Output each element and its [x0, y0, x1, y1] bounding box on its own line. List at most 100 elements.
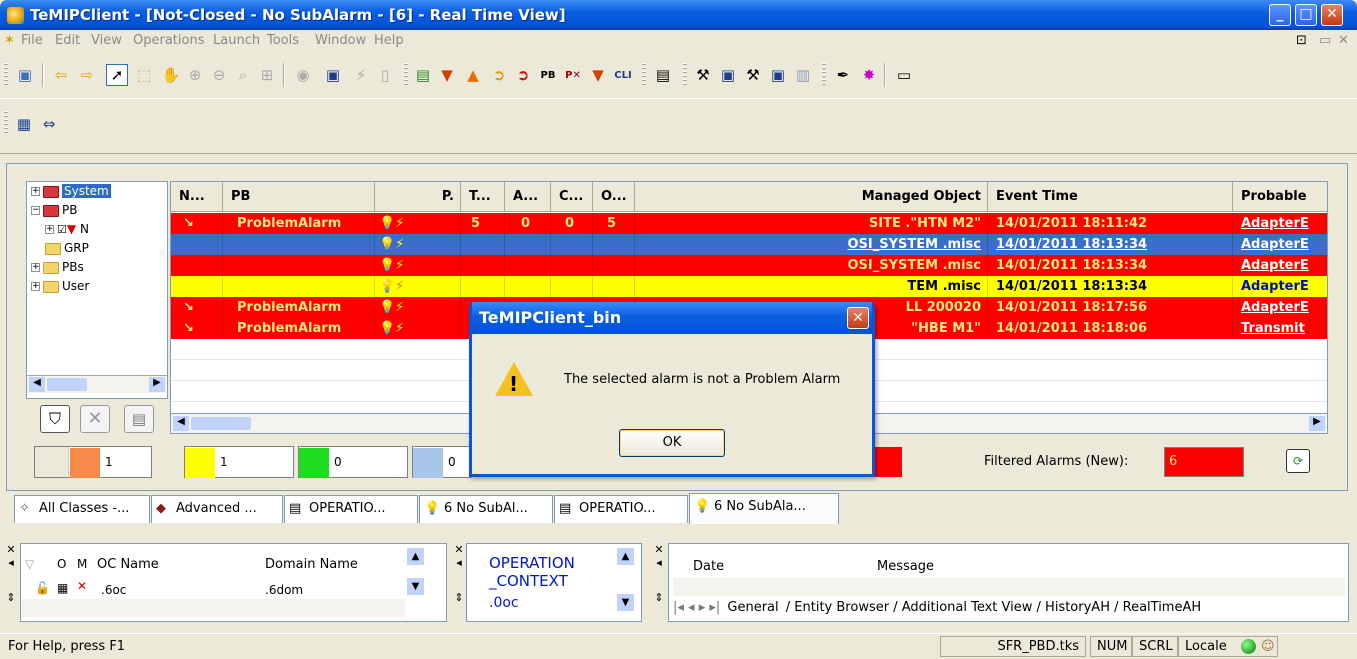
tree-item-n[interactable]: + ☑▼ N [45, 222, 89, 239]
tab-general[interactable]: General [724, 600, 782, 615]
toolbar-grip[interactable] [642, 63, 646, 87]
tool-hammer-icon[interactable]: ⚒ [692, 64, 714, 86]
menu-view[interactable]: View [91, 33, 122, 48]
globe-icon[interactable]: ◉ [292, 64, 314, 86]
tree-item-grp[interactable]: GRP [45, 241, 89, 258]
pb-icon[interactable]: PB [537, 64, 559, 86]
bomb-icon[interactable]: ✸ [858, 64, 880, 86]
delete-filter-button[interactable]: ✕ [80, 405, 110, 433]
column-header-p[interactable]: P. [375, 182, 461, 212]
swap-icon[interactable]: ⇔ [38, 113, 60, 135]
acknowledge-icon[interactable]: ➲ [488, 64, 510, 86]
column-header-event-time[interactable]: Event Time [988, 182, 1233, 212]
column-header-t[interactable]: T... [461, 182, 505, 212]
add-filter-button[interactable]: ⛉ [40, 405, 70, 433]
column-header-pb[interactable]: PB [223, 182, 375, 212]
tool-hammer-2-icon[interactable]: ⚒ [742, 64, 764, 86]
no-pb-icon[interactable]: P✕ [562, 64, 584, 86]
tree-scrollbar[interactable]: ◀ ▶ [27, 375, 167, 393]
hscroll[interactable] [21, 599, 405, 617]
pane-handle[interactable]: ✕ ◂ ⇕ [652, 543, 666, 622]
column-header-probable[interactable]: Probable [1233, 182, 1327, 212]
menu-help[interactable]: Help [374, 33, 404, 48]
refresh-icon[interactable]: ⟳ [1286, 449, 1310, 473]
document-icon[interactable]: ▭ [893, 64, 915, 86]
zoom-area-icon[interactable]: ⌕ [232, 64, 254, 86]
fit-icon[interactable]: ⊞ [256, 64, 278, 86]
panel-icon[interactable]: ▣ [717, 64, 739, 86]
toolbar-grip[interactable] [4, 111, 8, 135]
select-rect-icon[interactable]: ⬚ [133, 64, 155, 86]
zoom-in-icon[interactable]: ⊕ [184, 64, 206, 86]
close-button[interactable]: ✕ [1321, 4, 1343, 26]
scroll-left-icon[interactable]: ◀ [173, 416, 189, 431]
ok-button[interactable]: OK [619, 429, 725, 457]
column-header-n[interactable]: N... [171, 182, 223, 212]
scroll-up-icon[interactable]: ▲ [407, 548, 424, 565]
lightning-icon[interactable]: ⚡ [350, 64, 372, 86]
map-icon[interactable]: ▤ [412, 64, 434, 86]
tree-item-user[interactable]: + User [31, 279, 89, 296]
table-row[interactable]: 💡⚡ OSI_SYSTEM .misc 14/01/2011 18:13:34 … [171, 234, 1327, 255]
tab-operation-1[interactable]: ▤ OPERATIO... [284, 495, 418, 523]
dialog-close-button[interactable]: ✕ [847, 307, 869, 329]
column-header-managed-object[interactable]: Managed Object [635, 182, 988, 212]
filter-properties-button[interactable]: ▤ [124, 405, 154, 433]
mdi-close-icon[interactable]: ✕ [1338, 33, 1349, 48]
scroll-up-icon[interactable]: ▲ [617, 548, 634, 565]
cli-icon[interactable]: CLI [612, 64, 634, 86]
tab-history-ah[interactable]: HistoryAH [1045, 600, 1110, 615]
maximize-button[interactable]: □ [1295, 4, 1317, 26]
open-icon[interactable]: ▣ [14, 64, 36, 86]
scroll-down-icon[interactable]: ▼ [407, 578, 424, 595]
tab-entity-browser[interactable]: Entity Browser [794, 600, 889, 615]
tab-operation-2[interactable]: ▤ OPERATIO... [554, 495, 688, 523]
tab-no-subalarm-active[interactable]: 💡 6 No SubAla... [689, 493, 839, 524]
pen-icon[interactable]: ✒ [832, 64, 854, 86]
device-icon[interactable]: ▯ [374, 64, 396, 86]
window-icon[interactable]: ▣ [322, 64, 344, 86]
menu-file[interactable]: File [21, 33, 43, 48]
disk-icon[interactable]: ▥ [792, 64, 814, 86]
zoom-out-icon[interactable]: ⊖ [208, 64, 230, 86]
scroll-down-icon[interactable]: ▼ [617, 594, 634, 611]
forward-arrow-icon[interactable]: ⇨ [76, 64, 98, 86]
table-row[interactable]: 💡⚡ TEM .misc 14/01/2011 18:13:34 Adapter… [171, 276, 1327, 297]
tab-additional-text[interactable]: Additional Text View [902, 600, 1033, 615]
menu-launch[interactable]: Launch [213, 33, 260, 48]
table-row[interactable]: 💡⚡ OSI_SYSTEM .misc 14/01/2011 18:13:34 … [171, 255, 1327, 276]
column-header-c[interactable]: C... [551, 182, 593, 212]
table-row[interactable]: ↘ ProblemAlarm 💡⚡ 5 0 0 5 SITE ."HTN M2"… [171, 213, 1327, 234]
mdi-restore-icon[interactable]: ⊡ [1296, 33, 1307, 48]
tree-item-pb[interactable]: − PB [31, 203, 77, 220]
tab-all-classes[interactable]: ✧ All Classes -... [14, 495, 150, 523]
tab-advanced[interactable]: ◆ Advanced ... [151, 495, 283, 523]
toolbar-grip[interactable] [4, 63, 8, 87]
tab-no-subalarm-1[interactable]: 💡 6 No SubAl... [419, 495, 553, 523]
back-arrow-icon[interactable]: ⇦ [50, 64, 72, 86]
mdi-max-icon[interactable]: ▭ [1319, 33, 1331, 48]
toolbar-grip[interactable] [404, 63, 408, 87]
hand-icon[interactable]: ✋ [160, 64, 182, 86]
filter-up-icon[interactable]: ▲ [462, 64, 484, 86]
unacknowledge-icon[interactable]: ➲ [512, 64, 534, 86]
pane-handle[interactable]: ✕ ◂ ⇕ [452, 543, 466, 622]
filter-icon[interactable]: ▼ [587, 64, 609, 86]
column-header-a[interactable]: A... [505, 182, 551, 212]
menu-window[interactable]: Window [315, 33, 366, 48]
toolbar-grip[interactable] [822, 63, 826, 87]
tree-item-pbs[interactable]: + PBs [31, 260, 84, 277]
menu-operations[interactable]: Operations [133, 33, 204, 48]
app-menu-icon[interactable]: ✶ [4, 33, 15, 48]
list-view-icon[interactable]: ▦ [13, 113, 35, 135]
scroll-right-icon[interactable]: ▶ [1309, 416, 1325, 431]
column-header-o[interactable]: O... [593, 182, 635, 212]
menu-edit[interactable]: Edit [55, 33, 80, 48]
properties-icon[interactable]: ▤ [652, 64, 674, 86]
log-hscroll[interactable] [673, 578, 1345, 596]
minimize-button[interactable]: _ [1269, 4, 1291, 26]
panel-2-icon[interactable]: ▣ [767, 64, 789, 86]
menu-tools[interactable]: Tools [267, 33, 299, 48]
pane-handle[interactable]: ✕ ◂ ⇕ [4, 543, 18, 622]
tree-item-system[interactable]: + System [31, 184, 111, 201]
